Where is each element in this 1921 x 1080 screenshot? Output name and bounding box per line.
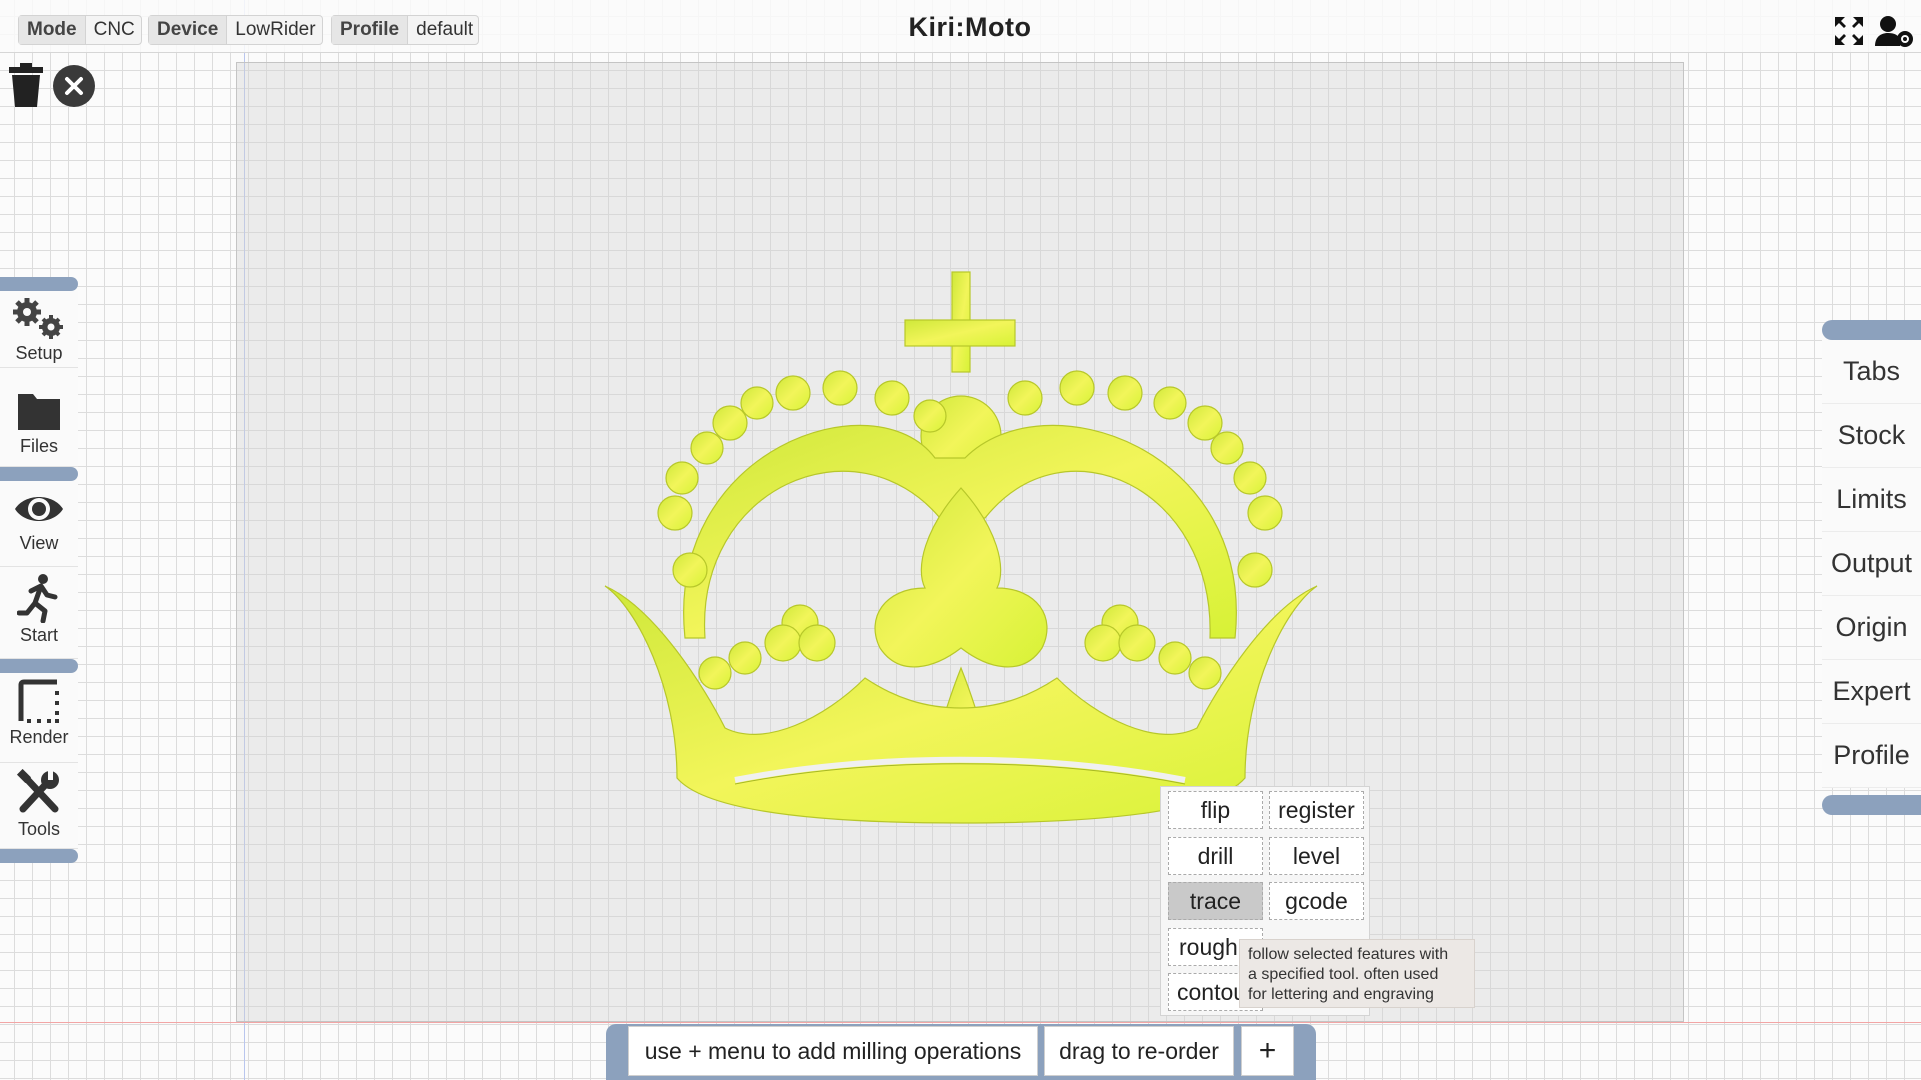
eye-icon [15, 497, 63, 521]
mode-label: Mode [19, 16, 86, 44]
right-toolbar-handle-bottom[interactable] [1822, 795, 1921, 815]
output-button[interactable]: Output [1822, 532, 1921, 596]
setup-label: Setup [15, 343, 63, 363]
mode-selector[interactable]: Mode CNC [18, 15, 142, 45]
device-selector[interactable]: Device LowRider [148, 15, 323, 45]
fullscreen-icon[interactable] [1832, 14, 1866, 48]
tools-label: Tools [17, 819, 61, 839]
mode-value: CNC [93, 19, 135, 40]
render-label: Render [9, 727, 69, 747]
trash-icon[interactable] [8, 63, 44, 107]
gears-icon [13, 298, 63, 339]
op-register[interactable]: register [1269, 791, 1364, 829]
crown-model[interactable] [595, 268, 1325, 833]
limits-button[interactable]: Limits [1822, 468, 1921, 532]
device-value: LowRider [235, 19, 316, 40]
add-ops-hint: use + menu to add milling operations [628, 1026, 1038, 1076]
start-label: Start [19, 625, 58, 645]
files-button[interactable]: Files [0, 368, 78, 467]
close-icon[interactable] [52, 64, 96, 108]
profile-value: default [416, 19, 474, 40]
op-trace[interactable]: trace [1168, 882, 1263, 920]
top-bar: Mode CNC Device LowRider Profile default… [0, 0, 1921, 53]
tools-button[interactable]: Tools [0, 763, 78, 849]
profile-selector[interactable]: Profile default [331, 15, 479, 45]
tabs-button[interactable]: Tabs [1822, 340, 1921, 404]
render-button[interactable]: Render [0, 673, 78, 763]
tooltip-line-3: for lettering and engraving [1248, 986, 1434, 1003]
stock-button[interactable]: Stock [1822, 404, 1921, 468]
add-operation-button[interactable]: + [1241, 1026, 1294, 1076]
app-title: Kiri:Moto [908, 12, 1032, 42]
files-label: Files [19, 436, 58, 456]
running-figure-icon [17, 574, 58, 623]
left-toolbar-handle-top[interactable] [0, 277, 78, 291]
right-toolbar-handle-top[interactable] [1822, 320, 1921, 340]
origin-button[interactable]: Origin [1822, 596, 1921, 660]
user-settings-icon[interactable] [1874, 14, 1914, 48]
left-toolbar-separator [0, 467, 78, 481]
folder-icon [18, 394, 60, 430]
view-button[interactable]: View [0, 481, 78, 567]
x-axis-line [0, 1022, 1921, 1023]
profile-button[interactable]: Profile [1822, 724, 1921, 788]
op-drill[interactable]: drill [1168, 837, 1263, 875]
device-label: Device [149, 16, 228, 44]
render-frame-icon [18, 679, 59, 723]
tooltip-line-1: follow selected features with [1248, 946, 1449, 963]
tools-icon [16, 769, 59, 813]
trace-tooltip: follow selected features with a specifie… [1239, 939, 1475, 1008]
expert-button[interactable]: Expert [1822, 660, 1921, 724]
left-toolbar-separator-2 [0, 659, 78, 673]
left-toolbar-handle-bottom[interactable] [0, 849, 78, 863]
profile-label: Profile [332, 16, 409, 44]
op-flip[interactable]: flip [1168, 791, 1263, 829]
setup-button[interactable]: Setup [0, 291, 78, 368]
view-label: View [19, 533, 59, 553]
start-button[interactable]: Start [0, 567, 78, 659]
tooltip-line-2: a specified tool. often used [1248, 966, 1439, 983]
op-gcode[interactable]: gcode [1269, 882, 1364, 920]
reorder-hint: drag to re-order [1044, 1026, 1234, 1076]
op-level[interactable]: level [1269, 837, 1364, 875]
